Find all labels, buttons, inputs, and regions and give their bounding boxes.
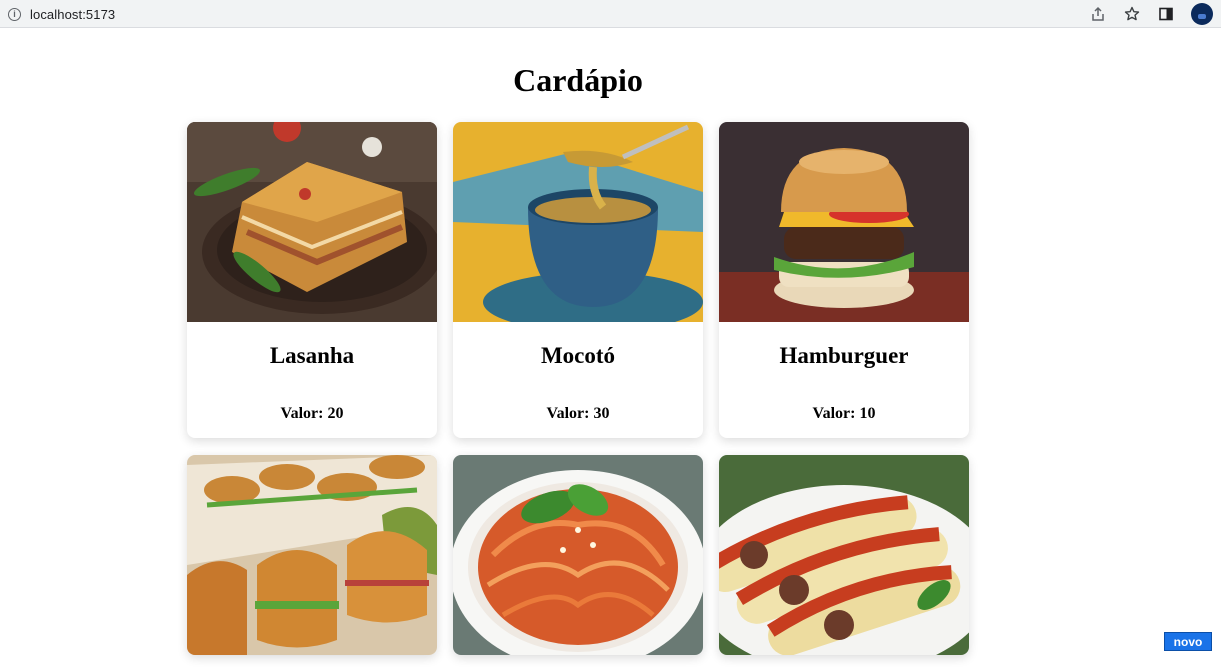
menu-card-cannelloni[interactable] (719, 455, 969, 655)
item-name: Hamburguer (779, 343, 909, 368)
card-body: Lasanha Valor: 20 (187, 322, 437, 438)
item-price: Valor: 20 (280, 405, 344, 422)
item-name: Lasanha (269, 343, 355, 368)
toolbar-actions (1089, 0, 1213, 28)
address-bar[interactable]: i localhost:5173 (0, 0, 115, 28)
spaghetti-photo (453, 455, 703, 655)
menu-card-lasanha[interactable]: Lasanha Valor: 20 (187, 122, 437, 438)
menu-grid: Lasanha Valor: 20 Mocotó Valor: 30 Hambu… (187, 122, 969, 655)
menu-card-hamburguer[interactable]: Hamburguer Valor: 10 (719, 122, 969, 438)
menu-card-mocoto[interactable]: Mocotó Valor: 30 (453, 122, 703, 438)
card-body: Mocotó Valor: 30 (453, 322, 703, 438)
soup-bowl-photo (453, 122, 703, 322)
info-icon[interactable]: i (8, 7, 21, 21)
item-price: Valor: 30 (546, 405, 610, 422)
page-title: Cardápio (513, 62, 643, 98)
cannelloni-photo (719, 455, 969, 655)
novo-badge[interactable]: novo (1164, 632, 1212, 651)
star-icon[interactable] (1123, 5, 1141, 23)
burger-photo (719, 122, 969, 322)
lasagna-photo (187, 122, 437, 322)
sandwiches-photo (187, 455, 437, 655)
item-name: Mocotó (540, 343, 616, 368)
card-body: Hamburguer Valor: 10 (719, 322, 969, 438)
item-price: Valor: 10 (812, 405, 876, 422)
share-icon[interactable] (1089, 5, 1107, 23)
side-panel-icon[interactable] (1157, 5, 1175, 23)
profile-avatar[interactable] (1191, 3, 1213, 25)
browser-toolbar: i localhost:5173 (0, 0, 1221, 28)
menu-card-sandwiches[interactable] (187, 455, 437, 655)
url-text[interactable]: localhost:5173 (30, 7, 115, 22)
menu-card-spaghetti[interactable] (453, 455, 703, 655)
